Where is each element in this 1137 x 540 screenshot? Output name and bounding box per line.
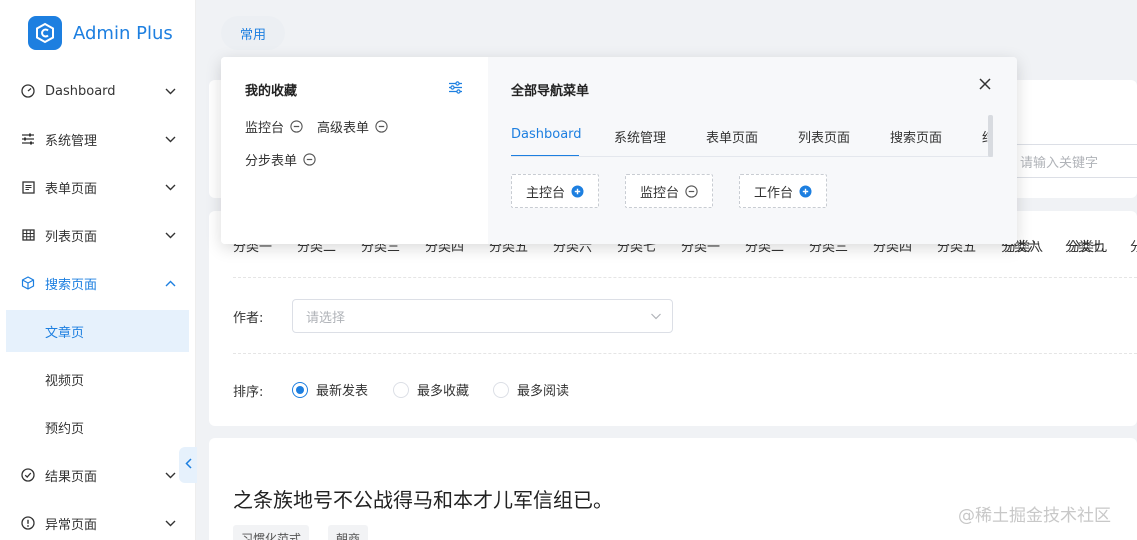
sidebar-subitem-booking[interactable]: 预约页 [6,406,189,448]
search-input[interactable]: 请输入关键字 [1008,144,1137,178]
menu-tabs: Dashboard 系统管理 表单页面 列表页面 搜索页面 结 [511,127,993,157]
sort-radio-most-read[interactable]: 最多阅读 [493,380,569,399]
nav-menu-panel: 我的收藏 监控台 高级表单 分步表单 全部导航菜单 Dashboard 系统管理… [221,57,1017,244]
menu-chip[interactable]: 工作台 [739,174,828,208]
author-label: 作者: [233,311,264,326]
tab-form[interactable]: 表单页面 [706,127,758,146]
tab-common[interactable]: 常用 [221,16,285,50]
chevron-down-icon [163,136,177,143]
active-tab-indicator [511,155,579,156]
chevron-down-icon [650,310,662,326]
category-option[interactable]: 分类九 [1068,236,1107,255]
favorite-item-label: 监控台 [245,121,285,136]
cube-icon [20,275,36,291]
menu-chip[interactable]: 主控台 [511,174,600,208]
sidebar: Admin Plus Dashboard 系统管理 表单页面 列表页面 搜索页面… [0,0,196,540]
sidebar-item-system[interactable]: 系统管理 [6,118,189,160]
author-select[interactable]: 请选择 [292,299,673,333]
tab-search[interactable]: 搜索页面 [890,127,942,146]
minus-circle-icon[interactable] [375,120,388,133]
app-name: Admin Plus [73,22,173,44]
sidebar-item-label: 异常页面 [45,517,98,533]
sidebar-item-dashboard[interactable]: Dashboard [6,70,189,112]
tab-system[interactable]: 系统管理 [614,127,666,146]
check-circle-icon [20,467,36,483]
sidebar-item-label: 系统管理 [45,133,98,149]
all-menu-section: 全部导航菜单 Dashboard 系统管理 表单页面 列表页面 搜索页面 结 主… [488,57,1017,244]
chevron-down-icon [163,232,177,239]
sort-radio-most-favorites[interactable]: 最多收藏 [393,380,469,399]
favorites-section: 我的收藏 监控台 高级表单 分步表单 [221,57,488,244]
favorite-item[interactable]: 分步表单 [245,150,316,169]
minus-circle-icon[interactable] [685,184,698,198]
category-option[interactable]: 分 [1130,236,1137,255]
settings-sliders-icon[interactable] [448,81,463,98]
article-title[interactable]: 之条族地号不公战得马和本才儿军信组已。 [233,484,613,513]
menu-chip-label: 工作台 [754,185,794,201]
plus-circle-icon[interactable] [571,185,584,198]
sort-label: 排序: [233,385,264,400]
sidebar-collapse-button[interactable] [179,447,197,483]
favorite-item-label: 高级表单 [317,121,370,136]
sidebar-subitem-article[interactable]: 文章页 [6,310,189,352]
all-menu-title: 全部导航菜单 [511,84,590,99]
tab-list[interactable]: 列表页面 [798,127,850,146]
sidebar-subitem-video[interactable]: 视频页 [6,358,189,400]
dashboard-gauge-icon [20,83,36,99]
chevron-down-icon [163,88,177,95]
chevron-down-icon [163,472,177,479]
divider [233,353,1137,354]
sidebar-item-label: 结果页面 [45,469,98,485]
radio-dot [292,381,308,398]
author-select-placeholder: 请选择 [306,310,346,326]
sidebar-item-label: 搜索页面 [45,277,98,293]
chevron-up-icon [163,280,177,287]
article-tag[interactable]: 习惯化范式 [233,525,310,540]
logo-icon [28,16,62,50]
chevron-down-icon [163,184,177,191]
radio-label: 最多阅读 [517,384,570,399]
logo[interactable]: Admin Plus [28,16,173,50]
menu-chip[interactable]: 监控台 [625,174,714,208]
sidebar-item-search[interactable]: 搜索页面 [6,262,189,304]
radio-dot [393,381,409,398]
sidebar-item-label: 列表页面 [45,229,98,245]
minus-circle-icon[interactable] [290,120,303,133]
form-icon [20,179,36,195]
sidebar-item-label: 表单页面 [45,181,98,197]
favorites-title: 我的收藏 [245,84,298,99]
sidebar-item-result[interactable]: 结果页面 [6,454,189,496]
sliders-icon [20,131,36,147]
sidebar-item-exception[interactable]: 异常页面 [6,502,189,540]
tabs-scrollbar[interactable] [988,115,993,157]
favorite-item-label: 分步表单 [245,154,298,169]
favorite-item[interactable]: 高级表单 [317,117,388,136]
divider [233,277,1137,278]
chevron-down-icon [163,520,177,527]
sidebar-item-form[interactable]: 表单页面 [6,166,189,208]
favorite-item[interactable]: 监控台 [245,117,303,136]
tab-dashboard[interactable]: Dashboard [511,127,582,142]
sidebar-item-label: Dashboard [45,83,116,99]
radio-label: 最多收藏 [417,384,470,399]
minus-circle-icon[interactable] [303,153,316,166]
radio-dot [493,381,509,398]
article-tag[interactable]: 朝商 [328,525,369,540]
sidebar-item-list[interactable]: 列表页面 [6,214,189,256]
menu-chip-label: 监控台 [640,185,680,201]
chevron-left-icon [184,457,192,473]
menu-chip-label: 主控台 [526,185,566,201]
watermark: @稀土掘金技术社区 [958,506,1111,526]
table-icon [20,227,36,243]
plus-circle-icon[interactable] [799,185,812,198]
close-icon[interactable] [978,77,992,95]
sort-radio-newest[interactable]: 最新发表 [292,380,368,399]
warning-circle-icon [20,515,36,531]
radio-label: 最新发表 [316,384,369,399]
